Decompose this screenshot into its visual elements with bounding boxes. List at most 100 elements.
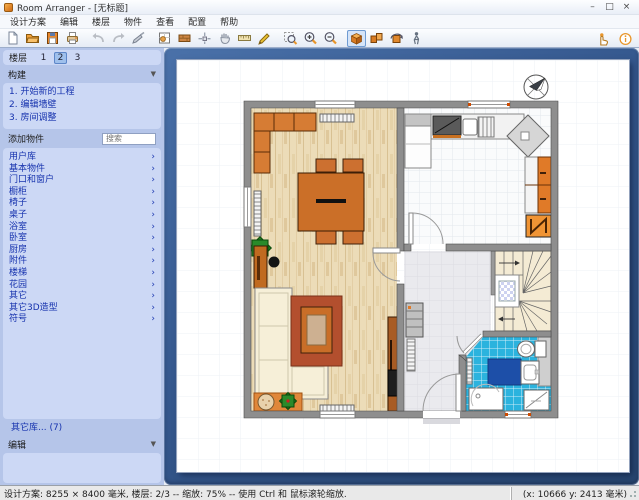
view-3d-button[interactable] (347, 30, 366, 47)
floor-button-2[interactable]: 2 (54, 52, 67, 64)
shower-tray[interactable] (469, 384, 503, 410)
category-label: 桌子 (9, 210, 27, 222)
add-objects-header: 添加物件 (3, 131, 161, 146)
grab-button[interactable] (215, 30, 234, 47)
menu-item[interactable]: 设计方案 (3, 15, 53, 28)
grab-icon (217, 31, 232, 45)
edit-walls-button[interactable] (175, 30, 194, 47)
toolbar (0, 29, 639, 48)
category-item[interactable]: 附件 › (9, 256, 155, 268)
category-label: 椅子 (9, 198, 27, 210)
edit-section-header[interactable]: 编辑 ▼ (3, 437, 161, 451)
fireplace-rug[interactable] (291, 296, 342, 366)
resize-grip[interactable] (629, 490, 637, 498)
bath-rug[interactable] (488, 359, 521, 385)
maximize-button[interactable]: □ (601, 2, 618, 12)
menu-item[interactable]: 编辑 (53, 15, 85, 28)
plan-page[interactable] (177, 60, 629, 472)
rotate-3d-button[interactable] (387, 30, 406, 47)
radiator-top[interactable] (320, 114, 354, 122)
zoom-in-button[interactable] (301, 30, 320, 47)
build-section-header[interactable]: 构建 ▼ (3, 67, 161, 81)
floor-button-3[interactable]: 3 (71, 52, 84, 64)
category-item[interactable]: 花园 › (9, 280, 155, 292)
category-item[interactable]: 用户库 › (9, 152, 155, 164)
chevron-right-icon: › (151, 314, 155, 326)
zoom-out-button[interactable] (321, 30, 340, 47)
category-label: 楼梯 (9, 268, 27, 280)
move-object-button[interactable] (195, 30, 214, 47)
right-cabinets[interactable] (525, 157, 551, 213)
category-item[interactable]: 椅子 › (9, 198, 155, 210)
category-item[interactable]: 楼梯 › (9, 268, 155, 280)
furniture-3d-button[interactable] (367, 30, 386, 47)
side-table-rug[interactable] (254, 393, 302, 411)
category-item[interactable]: 橱柜 › (9, 187, 155, 199)
redo-button[interactable] (109, 30, 128, 47)
category-item[interactable]: 其它3D造型 › (9, 303, 155, 315)
tall-cabinet[interactable] (405, 114, 431, 168)
other-libraries-row: 其它库... (7) (3, 421, 161, 435)
menu-item[interactable]: 帮助 (213, 15, 245, 28)
drawing-canvas[interactable] (164, 48, 639, 485)
category-label: 橱柜 (9, 187, 27, 199)
other-libraries-link[interactable]: 其它库... (7) (11, 422, 62, 435)
category-item[interactable]: 浴室 › (9, 222, 155, 234)
category-item[interactable]: 桌子 › (9, 210, 155, 222)
walkthrough-button[interactable] (407, 30, 426, 47)
chevron-right-icon: › (151, 198, 155, 210)
hall-radiator[interactable] (407, 339, 415, 371)
floor-button-1[interactable]: 1 (37, 52, 50, 64)
chevron-right-icon: › (151, 175, 155, 187)
open-button[interactable] (23, 30, 42, 47)
measure-tape-button[interactable] (235, 30, 254, 47)
paint-brush-button[interactable] (129, 30, 148, 47)
open-icon (25, 31, 40, 45)
menu-item[interactable]: 查看 (149, 15, 181, 28)
build-step-link[interactable]: 1. 开始新的工程 (9, 86, 155, 99)
category-item[interactable]: 符号 › (9, 314, 155, 326)
rotate-3d-icon (389, 31, 404, 45)
search-input[interactable] (102, 133, 156, 145)
collapse-arrow-icon[interactable]: ▼ (151, 70, 156, 78)
category-item[interactable]: 基本物件 › (9, 164, 155, 176)
undo-button[interactable] (89, 30, 108, 47)
object-categories-panel: 用户库 › 基本物件 › 门口和窗户 › 橱柜 (3, 148, 161, 419)
boiler[interactable] (524, 390, 549, 410)
category-item[interactable]: 其它 › (9, 291, 155, 303)
floor-plan[interactable] (177, 60, 629, 472)
kitchen-chair[interactable] (526, 215, 551, 237)
zoom-selection-button[interactable] (281, 30, 300, 47)
bath-sink[interactable] (521, 361, 539, 384)
close-button[interactable]: × (618, 2, 635, 12)
category-item[interactable]: 门口和窗户 › (9, 175, 155, 187)
undo-icon (91, 31, 106, 45)
hall-shelf[interactable] (406, 303, 423, 337)
toilet[interactable] (518, 341, 547, 357)
staircase[interactable] (491, 251, 551, 331)
pointer-mode-button[interactable] (593, 30, 612, 47)
radiator-left[interactable] (254, 191, 261, 236)
new-document-button[interactable] (3, 30, 22, 47)
menu-item[interactable]: 物件 (117, 15, 149, 28)
build-step-link[interactable]: 2. 编辑墙壁 (9, 99, 155, 112)
chevron-right-icon: › (151, 164, 155, 176)
collapse-arrow-icon[interactable]: ▼ (151, 440, 156, 448)
build-step-link[interactable]: 3. 房间调整 (9, 112, 155, 125)
bath-radiator[interactable] (467, 358, 472, 384)
minimize-button[interactable]: – (584, 2, 601, 12)
save-button[interactable] (43, 30, 62, 47)
category-item[interactable]: 卧室 › (9, 233, 155, 245)
cursor-coordinates: (x: 10666 y: 2413 毫米) (511, 487, 639, 500)
menu-item[interactable]: 配置 (181, 15, 213, 28)
room-wizard-button[interactable] (155, 30, 174, 47)
print-button[interactable] (63, 30, 82, 47)
draw-tools-button[interactable] (255, 30, 274, 47)
bookshelf[interactable] (254, 246, 267, 288)
sidebar: 楼层 1 2 3 构建 ▼ 1. 开始新的工程2. 编辑墙壁3. 房间调整 添加… (0, 48, 164, 485)
about-button[interactable] (616, 30, 635, 47)
category-item[interactable]: 厨房 › (9, 245, 155, 257)
menu-item[interactable]: 楼层 (85, 15, 117, 28)
black-pot[interactable] (269, 257, 280, 268)
chevron-right-icon: › (151, 268, 155, 280)
